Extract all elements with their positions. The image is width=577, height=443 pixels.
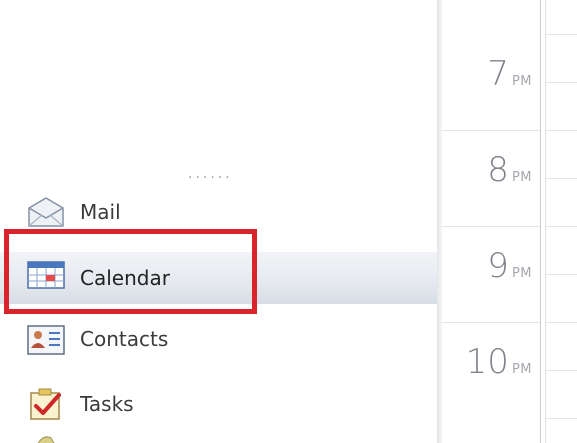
- hour-period: PM: [511, 266, 532, 281]
- nav-item-label: Contacts: [80, 327, 169, 351]
- hour-number: 7: [487, 54, 509, 94]
- hour-period: PM: [511, 170, 532, 185]
- time-slot-line: [545, 322, 577, 323]
- mail-icon: [25, 196, 67, 228]
- hour-number: 10: [465, 342, 509, 382]
- hour-period: PM: [511, 74, 532, 89]
- time-slot-line: [545, 82, 577, 83]
- hour-number: 9: [487, 246, 509, 286]
- nav-item-label: Mail: [80, 200, 121, 224]
- time-slot-line: [545, 226, 577, 227]
- time-slot-line: [545, 418, 577, 419]
- hour-label-9pm: 9 PM: [487, 246, 532, 286]
- hour-divider: [442, 322, 540, 323]
- hour-period: PM: [511, 362, 532, 377]
- time-slot-line: [545, 370, 577, 371]
- nav-item-mail[interactable]: Mail: [0, 190, 437, 228]
- hour-label-8pm: 8 PM: [487, 150, 532, 190]
- notes-icon: [25, 430, 67, 443]
- contacts-icon: [25, 324, 67, 356]
- calendar-grid-border: [540, 0, 541, 443]
- time-slot-line: [545, 130, 577, 131]
- nav-item-notes[interactable]: [0, 430, 437, 443]
- hour-divider: [442, 226, 540, 227]
- nav-item-label: Tasks: [80, 392, 134, 416]
- time-slot-line: [545, 274, 577, 275]
- time-slot-line: [545, 178, 577, 179]
- tasks-icon: [25, 386, 67, 420]
- nav-item-tasks[interactable]: Tasks: [0, 380, 437, 424]
- nav-item-contacts[interactable]: Contacts: [0, 318, 437, 362]
- time-slot-line: [545, 34, 577, 35]
- hour-label-10pm: 10 PM: [466, 342, 532, 382]
- calendar-day-column[interactable]: [545, 0, 577, 443]
- time-ruler: 7 PM 8 PM 9 PM 10 PM: [442, 0, 540, 443]
- hour-number: 8: [487, 150, 509, 190]
- pane-resize-grip[interactable]: ······: [188, 170, 233, 186]
- hour-divider: [442, 130, 540, 131]
- navigation-pane: ······ Mail Calendar Contacts Tasks: [0, 0, 437, 443]
- hour-label-7pm: 7 PM: [487, 54, 532, 94]
- selection-highlight-box: [4, 229, 257, 314]
